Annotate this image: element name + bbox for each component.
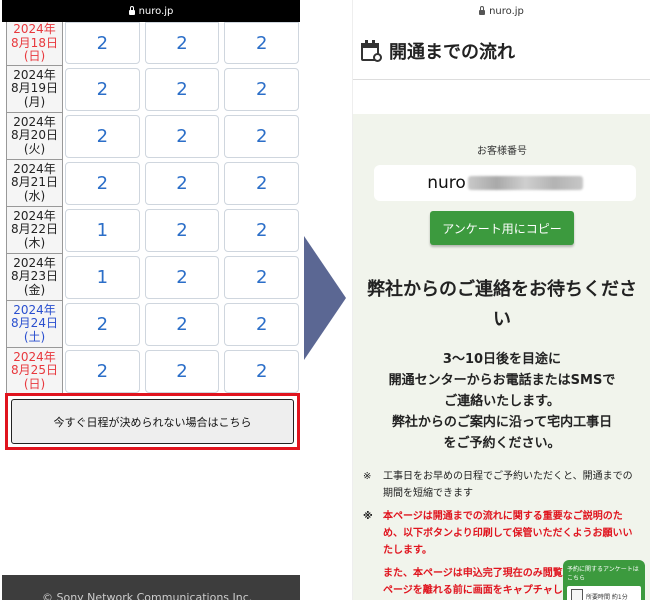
copyright-text: © Sony Network Communications Inc. (42, 591, 253, 600)
time-slot-button[interactable]: 2 (65, 303, 140, 346)
time-slot-button[interactable]: 2 (144, 22, 220, 64)
blurred-number (467, 176, 583, 190)
schedule-row: 2024年 8月18日 (日) 2 2 2 (6, 22, 300, 66)
schedule-row: 2024年 8月22日 (木) 1 2 2 (6, 207, 300, 254)
survey-float-inner: 所要時間 約1分 (567, 586, 641, 600)
time-slot-button[interactable]: 2 (144, 256, 220, 299)
time-slot-button[interactable]: 2 (65, 115, 140, 158)
note-text: 工事日をお早めの日程でご予約いただくと、開通までの期間を短縮できます (383, 471, 633, 499)
customer-number-prefix: nuro (427, 173, 466, 193)
main-content: お客様番号 nuro アンケート用にコピー 弊社からのご連絡をお待ちください 3… (353, 114, 650, 600)
schedule-date: 2024年 8月22日 (木) (6, 207, 63, 254)
time-slot-button[interactable]: 2 (65, 68, 140, 111)
lock-icon (128, 6, 135, 15)
note-mark: ※ (363, 471, 372, 482)
time-slot-button[interactable]: 2 (144, 209, 220, 252)
time-slot-button[interactable]: 2 (224, 162, 300, 205)
schedule-row: 2024年 8月23日 (金) 1 2 2 (6, 254, 300, 301)
note-item: ※ 本ページは開通までの流れに関する重要なご説明のため、以下ボタンより印刷して保管… (363, 508, 641, 559)
time-slot-button[interactable]: 2 (144, 303, 220, 346)
time-slot-button[interactable]: 1 (65, 256, 140, 299)
schedule-date: 2024年 8月20日 (火) (6, 113, 63, 160)
schedule-date: 2024年 8月25日 (日) (6, 348, 63, 395)
time-slot-button[interactable]: 2 (144, 115, 220, 158)
schedule-date: 2024年 8月18日 (日) (6, 22, 63, 66)
page-header: 開通までの流れ (353, 22, 650, 80)
url-text: nuro.jp (138, 5, 174, 17)
time-slot-button[interactable]: 2 (224, 68, 300, 111)
page-title: 開通までの流れ (389, 41, 515, 63)
paragraph-line: 弊社からのご案内に沿って宅内工事日 (391, 415, 613, 430)
time-slot-button[interactable]: 2 (224, 303, 300, 346)
time-slot-button[interactable]: 2 (65, 350, 140, 393)
time-slot-button[interactable]: 2 (224, 256, 300, 299)
note-item: ※ 工事日をお早めの日程でご予約いただくと、開通までの期間を短縮できます (363, 468, 641, 502)
time-slot-button[interactable]: 2 (224, 209, 300, 252)
paragraph-line: 開通センターからお電話またはSMSで (388, 373, 616, 388)
url-text: nuro.jp (489, 5, 524, 17)
schedule-date: 2024年 8月21日 (水) (6, 160, 63, 207)
next-step-arrow-icon (304, 236, 346, 360)
address-bar[interactable]: nuro.jp (353, 0, 650, 22)
time-slot-button[interactable]: 2 (224, 115, 300, 158)
paragraph-line: をご予約ください。 (443, 436, 561, 451)
schedule-later-button[interactable]: 今すぐ日程が決められない場合はこちら (11, 399, 294, 444)
schedule-table: 2024年 8月18日 (日) 2 2 2 2024年 8月19日 (月) 2 2 2 2024… (6, 22, 300, 395)
document-icon (571, 589, 583, 600)
time-slot-button[interactable]: 2 (65, 22, 140, 64)
time-slot-button[interactable]: 2 (224, 22, 300, 64)
time-slot-button[interactable]: 2 (224, 350, 300, 393)
survey-duration: 所要時間 約1分 (586, 593, 628, 600)
calendar-wrench-icon (361, 39, 383, 62)
survey-float-button[interactable]: 予約に関するアンケートはこちら 所要時間 約1分 (563, 560, 645, 600)
schedule-row: 2024年 8月20日 (火) 2 2 2 (6, 113, 300, 160)
time-slot-button[interactable]: 2 (144, 162, 220, 205)
time-slot-button[interactable]: 2 (65, 162, 140, 205)
contact-heading: 弊社からのご連絡をお待ちください (367, 279, 637, 330)
paragraph-line: 3〜10日後を目途に (442, 352, 562, 367)
footer: © Sony Network Communications Inc. (2, 575, 300, 600)
survey-float-label: 予約に関するアンケートはこちら (567, 566, 639, 582)
schedule-row: 2024年 8月21日 (水) 2 2 2 (6, 160, 300, 207)
customer-number-field: nuro (374, 165, 636, 201)
paragraph-line: ご連絡いたします。 (444, 394, 560, 409)
schedule-row: 2024年 8月24日 (土) 2 2 2 (6, 301, 300, 348)
left-phone-screen: nuro.jp 2024年 8月18日 (日) 2 2 2 2024年 8月19日 (月… (2, 0, 300, 600)
time-slot-button[interactable]: 1 (65, 209, 140, 252)
time-slot-button[interactable]: 2 (144, 68, 220, 111)
right-phone-screen: nuro.jp 開通までの流れ お客様番号 nuro アンケート用にコピー 弊社… (352, 0, 650, 600)
schedule-row: 2024年 8月19日 (月) 2 2 2 (6, 66, 300, 113)
schedule-date: 2024年 8月19日 (月) (6, 66, 63, 113)
address-bar[interactable]: nuro.jp (2, 0, 300, 22)
schedule-date: 2024年 8月24日 (土) (6, 301, 63, 348)
time-slot-button[interactable]: 2 (144, 350, 220, 393)
copy-for-survey-button[interactable]: アンケート用にコピー (430, 211, 574, 245)
schedule-row: 2024年 8月25日 (日) 2 2 2 (6, 348, 300, 395)
schedule-date: 2024年 8月23日 (金) (6, 254, 63, 301)
customer-number-label: お客様番号 (477, 146, 527, 157)
contact-paragraph: 3〜10日後を目途に開通センターからお電話またはSMSで ご連絡いたします。弊社か… (353, 349, 650, 454)
note-text: 本ページは開通までの流れに関する重要なご説明のため、以下ボタンより印刷して保管い… (383, 511, 633, 556)
alt-button-highlight: 今すぐ日程が決められない場合はこちら (5, 393, 300, 450)
note-mark: ※ (363, 511, 373, 522)
lock-icon (479, 6, 486, 15)
